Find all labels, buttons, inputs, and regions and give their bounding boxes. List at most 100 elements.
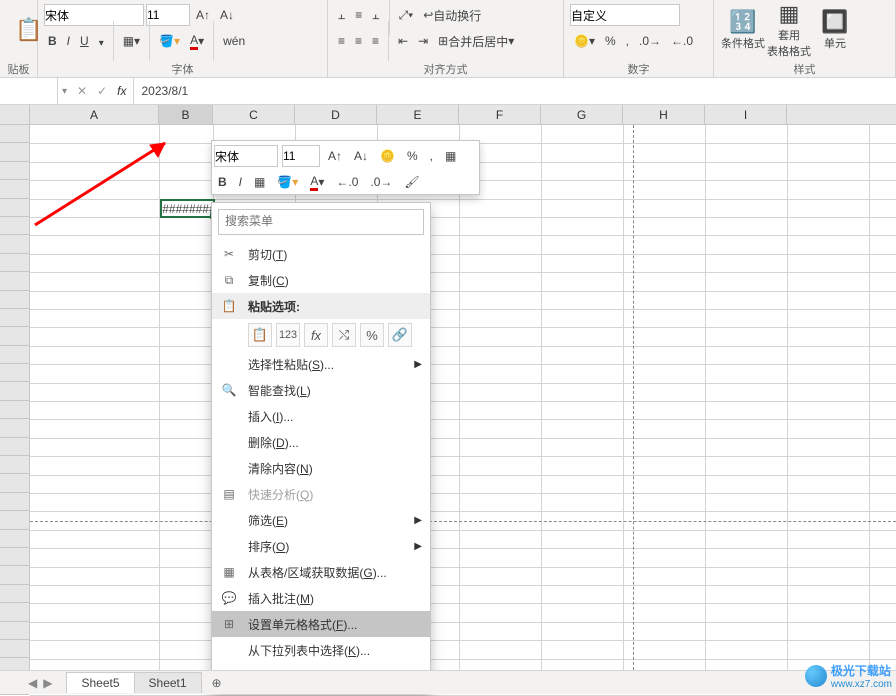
mini-increase-font-icon[interactable]: A↑ [324,147,346,165]
font-name-select[interactable] [44,4,144,26]
menu-sort[interactable]: 排序(O)▶ [212,533,430,559]
align-top-icon[interactable]: ⫠ [334,6,349,25]
menu-search-input[interactable] [225,214,417,228]
mini-comma-icon[interactable]: , [426,147,437,165]
wrap-text-button[interactable]: ↩ 自动换行 [419,5,485,26]
clipboard-label: 贴板 [0,61,37,77]
align-left-icon[interactable]: ≡ [334,32,349,50]
bold-button[interactable]: B [44,32,61,50]
menu-paste-special[interactable]: 选择性粘贴(S)...▶ [212,351,430,377]
mini-font-name[interactable] [214,145,278,167]
align-bottom-icon[interactable]: ⫠ [368,6,383,25]
mini-format-painter-icon[interactable]: ▦ [441,147,460,165]
underline-button[interactable]: U [76,32,93,50]
mini-accounting-icon[interactable]: 🪙 [376,147,399,165]
mini-border-icon[interactable]: ▦ [250,173,269,191]
tab-next-icon[interactable]: ▶ [43,676,52,690]
paste-all-icon[interactable]: 📋 [248,323,272,347]
orientation-icon[interactable]: ⤢▾ [395,6,418,25]
decrease-decimal-icon[interactable]: ←.0 [667,32,697,50]
paste-link-icon[interactable]: 🔗 [388,323,412,347]
format-cells-icon: ⊞ [220,617,238,631]
column-header[interactable]: D [295,105,377,124]
sheet-tab[interactable]: Sheet1 [134,672,202,693]
comma-icon[interactable]: , [622,32,633,50]
column-header[interactable]: F [459,105,541,124]
menu-format-cells[interactable]: ⊞设置单元格格式(F)... [212,611,430,637]
styles-group: 🔢条件格式 ▦套用 表格格式 🔲单元 样式 [714,0,896,77]
paste-values-icon[interactable]: 123 [276,323,300,347]
mini-inc-decimal-icon[interactable]: .0→ [366,173,396,191]
column-header[interactable]: A [30,105,159,124]
border-button[interactable]: ▦▾ [119,32,144,50]
cell-styles-button[interactable]: 🔲单元 [812,2,858,58]
mini-font-color-icon[interactable]: A▾ [306,172,328,193]
format-as-table-button[interactable]: ▦套用 表格格式 [766,2,812,58]
fx-icon[interactable]: fx [117,84,126,98]
name-box[interactable] [0,78,58,104]
number-label: 数字 [564,61,713,77]
font-size-select[interactable] [146,4,190,26]
menu-search[interactable] [218,209,424,235]
percent-icon[interactable]: % [601,32,620,50]
column-header[interactable]: C [213,105,295,124]
conditional-format-button[interactable]: 🔢条件格式 [720,2,766,58]
watermark-logo-icon [805,665,827,687]
mini-format-brush-icon[interactable]: 🖌 [400,173,423,191]
select-all-corner[interactable] [0,105,30,124]
indent-right-icon[interactable]: ⇥ [414,32,432,50]
column-header[interactable]: B [159,105,213,124]
menu-insert-comment[interactable]: 💬插入批注(M) [212,585,430,611]
menu-delete[interactable]: 删除(D)... [212,429,430,455]
tab-nav[interactable]: ◀▶ [28,676,52,690]
paste-transpose-icon[interactable]: ⤭ [332,323,356,347]
phonetic-button[interactable]: wén [219,32,249,50]
italic-button[interactable]: I [63,32,74,50]
number-group: 🪙▾ % , .0→ ←.0 数字 [564,0,714,77]
add-sheet-button[interactable]: ⊕ [207,676,227,690]
align-middle-icon[interactable]: ≡ [351,6,366,24]
mini-bold[interactable]: B [214,173,231,191]
style-label: 样式 [714,61,895,77]
align-label: 对齐方式 [328,61,563,77]
increase-font-icon[interactable]: A↑ [192,6,214,24]
menu-copy[interactable]: ⧉复制(C) [212,267,430,293]
indent-left-icon[interactable]: ⇤ [394,32,412,50]
mini-italic[interactable]: I [235,173,246,191]
menu-smart-lookup[interactable]: 🔍智能查找(L) [212,377,430,403]
cancel-icon[interactable]: ✕ [77,84,87,98]
accounting-icon[interactable]: 🪙▾ [570,32,599,50]
decrease-font-icon[interactable]: A↓ [216,6,238,24]
formula-input[interactable]: 2023/8/1 [134,84,896,98]
enter-icon[interactable]: ✓ [97,84,107,98]
menu-cut[interactable]: ✂剪切(T) [212,241,430,267]
chevron-right-icon: ▶ [414,359,422,370]
align-right-icon[interactable]: ≡ [368,32,383,50]
number-format-select[interactable] [570,4,680,26]
paste-formatting-icon[interactable]: % [360,323,384,347]
mini-fill-color-icon[interactable]: 🪣▾ [273,173,302,191]
increase-decimal-icon[interactable]: .0→ [635,32,665,50]
tab-prev-icon[interactable]: ◀ [28,676,37,690]
mini-dec-decimal-icon[interactable]: ←.0 [332,173,362,191]
align-center-icon[interactable]: ≡ [351,32,366,50]
column-header[interactable]: H [623,105,705,124]
menu-from-table[interactable]: ▦从表格/区域获取数据(G)... [212,559,430,585]
fill-color-button[interactable]: 🪣▾ [155,32,184,50]
mini-decrease-font-icon[interactable]: A↓ [350,147,372,165]
menu-pick-from-list[interactable]: 从下拉列表中选择(K)... [212,637,430,663]
paste-formulas-icon[interactable]: fx [304,323,328,347]
table-icon: ▦ [220,565,238,579]
menu-filter[interactable]: 筛选(E)▶ [212,507,430,533]
column-header[interactable]: G [541,105,623,124]
menu-clear-contents[interactable]: 清除内容(N) [212,455,430,481]
mini-font-size[interactable] [282,145,320,167]
font-color-button[interactable]: A▾ [186,31,208,52]
sheet-tab-active[interactable]: Sheet5 [66,672,134,693]
merge-center-button[interactable]: ⊞ 合并后居中▾ [434,31,518,52]
column-header[interactable]: E [377,105,459,124]
mini-percent-icon[interactable]: % [403,147,422,165]
comment-icon: 💬 [220,591,238,605]
menu-insert[interactable]: 插入(I)... [212,403,430,429]
column-header[interactable]: I [705,105,787,124]
